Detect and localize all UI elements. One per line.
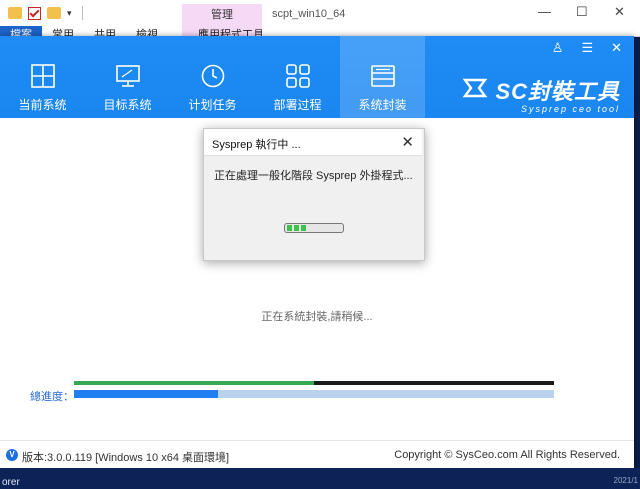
clock-icon [201, 64, 225, 88]
user-icon[interactable]: ♙ [552, 40, 564, 56]
header-buttons: ♙ ☰ ✕ [552, 40, 622, 56]
monitor-icon [116, 65, 140, 87]
grid-icon [286, 64, 310, 88]
explorer-title: scpt_win10_64 [272, 8, 346, 20]
nav-system-package[interactable]: 系统封装 [340, 36, 425, 118]
explorer-maximize-button[interactable]: ☐ [576, 4, 588, 20]
main-nav: 当前系统 目标系统 计划任务 部署过程 系统封装 [0, 36, 425, 118]
brand: SC封裝工具 Sysprep ceo tool [463, 74, 620, 114]
quick-access-toolbar: ▾ [8, 6, 83, 20]
dialog-title: Sysprep 執行中 ... [212, 139, 301, 151]
app-close-button[interactable]: ✕ [611, 40, 622, 56]
version-icon: V [6, 449, 18, 461]
explorer-close-button[interactable]: ✕ [614, 4, 625, 20]
dialog-progress-segment [301, 225, 306, 231]
properties-check-icon[interactable] [28, 6, 41, 20]
nav-label: 目标系统 [103, 98, 152, 112]
step-progress-fill [74, 381, 314, 385]
dialog-title-bar: Sysprep 執行中 ... ✕ [204, 129, 422, 156]
status-footer: V 版本:3.0.0.119 [Windows 10 x64 桌面環境] Cop… [0, 440, 634, 469]
windows-icon [31, 64, 55, 88]
new-folder-icon[interactable] [47, 7, 61, 19]
dialog-progress-segment [287, 225, 292, 231]
status-text: 正在系統封裝,請稍候... [261, 311, 373, 323]
version-text: 版本:3.0.0.119 [Windows 10 x64 桌面環境] [22, 452, 230, 464]
total-progress-fill [74, 390, 218, 398]
dialog-progress-bar [284, 223, 344, 233]
explorer-window: ▾ 管理 scpt_win10_64 — ☐ ✕ 檔案 常用 共用 檢視 應用程… [0, 0, 640, 38]
nav-deploy-process[interactable]: 部署过程 [255, 36, 340, 118]
step-progress-bar [74, 381, 554, 385]
menu-icon[interactable]: ☰ [581, 40, 593, 56]
explorer-minimize-button[interactable]: — [538, 4, 551, 19]
brand-logo-icon [463, 78, 488, 98]
taskbar: orer 2021/1 [0, 468, 640, 489]
nav-current-system[interactable]: 当前系统 [0, 36, 85, 118]
toolbar-divider [81, 6, 83, 20]
dialog-progress-segment [294, 225, 299, 231]
taskbar-clock: 2021/1 [613, 476, 638, 485]
nav-label: 当前系统 [18, 98, 67, 112]
nav-scheduled-tasks[interactable]: 计划任务 [170, 36, 255, 118]
nav-label: 部署过程 [273, 98, 322, 112]
package-icon [371, 65, 395, 87]
total-progress-bar [74, 390, 554, 398]
nav-target-system[interactable]: 目标系统 [85, 36, 170, 118]
brand-name: SC封裝工具 [495, 79, 620, 104]
total-progress-label: 總進度： [30, 391, 74, 403]
sysprep-dialog: Sysprep 執行中 ... ✕ 正在處理一般化階段 Sysprep 外掛程式… [203, 128, 425, 261]
nav-label: 系统封装 [358, 98, 407, 112]
nav-label: 计划任务 [188, 98, 237, 112]
copyright-text: Copyright © SysCeo.com All Rights Reserv… [394, 449, 620, 461]
folder-icon[interactable] [8, 7, 22, 19]
dialog-message: 正在處理一般化階段 Sysprep 外掛程式... [214, 170, 413, 182]
customize-dropdown-icon[interactable]: ▾ [67, 8, 72, 19]
dialog-close-button[interactable]: ✕ [401, 133, 414, 151]
taskbar-item-label[interactable]: orer [2, 477, 20, 488]
app-header: 当前系统 目标系统 计划任务 部署过程 系统封装 ♙ ☰ ✕ SC封裝工具 Sy… [0, 36, 634, 118]
